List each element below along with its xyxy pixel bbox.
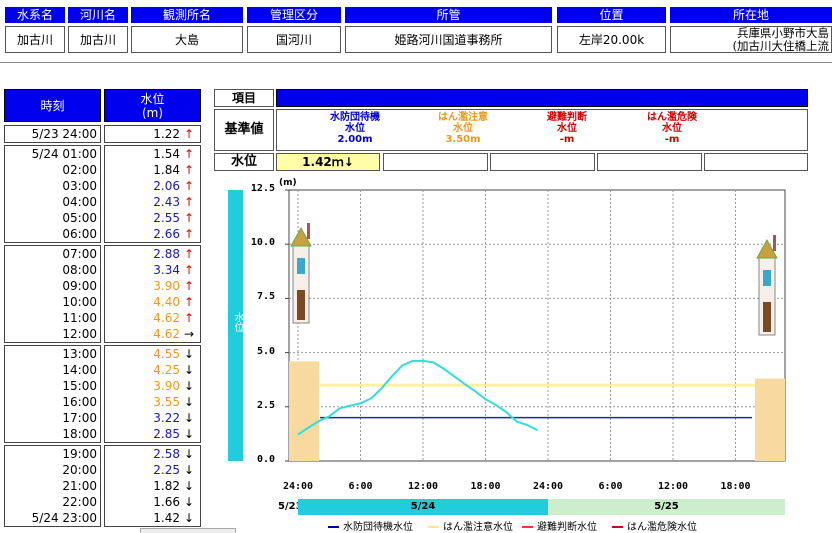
water-level-chart [285, 189, 786, 462]
building-door [763, 302, 771, 332]
legend-label: 水防団待機水位 [343, 522, 413, 533]
legend-swatch [522, 526, 533, 528]
building-door [297, 290, 305, 320]
legend-item: 水防団待機水位 [328, 518, 413, 533]
legend-swatch [428, 526, 439, 528]
date-segment: 5/25 [548, 499, 785, 515]
legend-item: はん濫注意水位 [428, 518, 513, 533]
legend-item: はん濫危険水位 [612, 518, 697, 533]
plot-frame [288, 189, 786, 462]
right-bank [755, 378, 785, 461]
left-bank [289, 361, 319, 461]
legend-label: 避難判断水位 [537, 522, 597, 533]
legend-label: はん濫注意水位 [443, 522, 513, 533]
legend-label: はん濫危険水位 [627, 522, 697, 533]
date-segment: 5/23 [278, 499, 303, 515]
legend-swatch [328, 526, 339, 528]
scrollbar-stub[interactable] [140, 528, 236, 533]
building-window [763, 270, 771, 286]
legend-item: 避難判断水位 [522, 518, 597, 533]
chart-grid [285, 189, 786, 462]
date-segment: 5/24 [298, 499, 548, 515]
legend-swatch [612, 526, 623, 528]
building-chimney [307, 223, 310, 239]
building-window [297, 258, 305, 274]
building-chimney [773, 235, 776, 251]
